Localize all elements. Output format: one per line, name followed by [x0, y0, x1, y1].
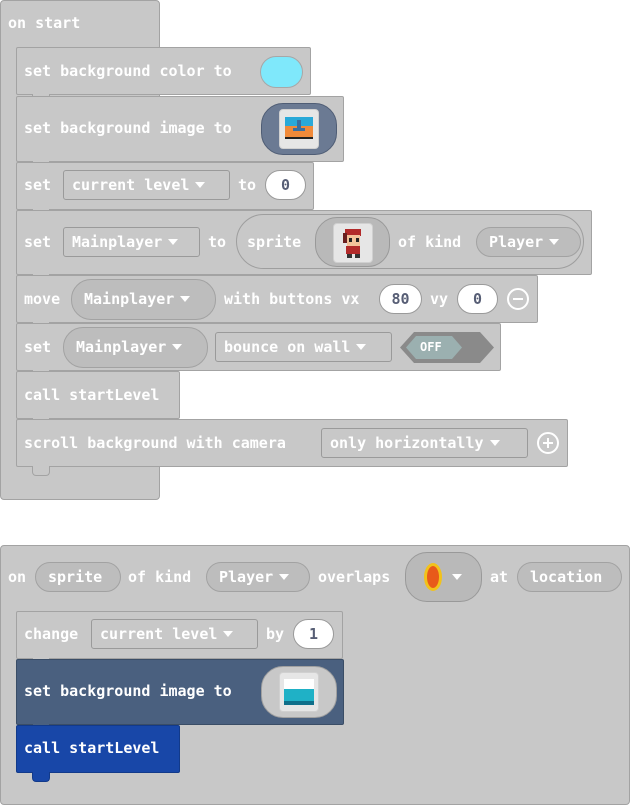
- change-label: change: [24, 625, 79, 643]
- kind-dropdown-player[interactable]: Player: [206, 562, 310, 592]
- on-start-label: on start: [8, 14, 81, 32]
- by-label: by: [266, 625, 285, 643]
- chevron-down-icon: [549, 238, 560, 245]
- reporter-value: location: [530, 568, 603, 586]
- variable-dropdown-current-level[interactable]: current level: [91, 619, 258, 649]
- move-label: move: [24, 290, 61, 308]
- dropdown-value: Mainplayer: [84, 290, 175, 308]
- background-color-swatch[interactable]: [260, 56, 303, 88]
- chevron-down-icon: [223, 630, 234, 637]
- chevron-down-icon: [489, 439, 500, 446]
- of-kind-label: of kind: [398, 233, 462, 251]
- vy-value-input[interactable]: 0: [457, 284, 498, 314]
- set-bg-image-label: set background image to: [24, 682, 232, 700]
- variable-dropdown-mainplayer[interactable]: Mainplayer: [63, 227, 200, 257]
- scroll-direction-dropdown[interactable]: only horizontally: [321, 428, 528, 458]
- set-label: set: [24, 176, 52, 194]
- toggle-switch[interactable]: OFF: [400, 332, 494, 363]
- set-bg-image-label: set background image to: [24, 119, 232, 137]
- dropdown-value: Player: [219, 568, 274, 586]
- chevron-down-icon: [180, 295, 191, 302]
- dropdown-value: current level: [72, 176, 190, 194]
- overlaps-label: overlaps: [318, 568, 391, 586]
- vx-value-input[interactable]: 80: [379, 284, 422, 314]
- at-label: at: [490, 568, 509, 586]
- to-label: to: [238, 176, 257, 194]
- pixel-hero-sprite-icon: [333, 223, 373, 263]
- expand-plus-icon[interactable]: [537, 432, 559, 454]
- to-label: to: [208, 233, 227, 251]
- block-notch: [32, 466, 50, 476]
- scroll-label: scroll background with camera: [24, 434, 286, 452]
- variable-dropdown-current-level[interactable]: current level: [63, 170, 230, 200]
- set-bg-color-label: set background color to: [24, 62, 232, 80]
- variable-dropdown-mainplayer[interactable]: Mainplayer: [63, 327, 208, 368]
- chevron-down-icon: [356, 343, 367, 350]
- level-value-input[interactable]: 0: [265, 170, 306, 200]
- dropdown-value: Player: [489, 233, 544, 251]
- set-label: set: [24, 338, 52, 356]
- call-label: call startLevel: [24, 386, 160, 404]
- location-variable-reporter[interactable]: location: [517, 562, 622, 592]
- kind-dropdown-player[interactable]: Player: [476, 227, 581, 257]
- vy-label: vy: [430, 290, 449, 308]
- block-notch: [32, 772, 50, 782]
- reporter-value: sprite: [48, 568, 103, 586]
- call-label: call startLevel: [24, 739, 160, 757]
- landscape-image-icon: [279, 109, 319, 149]
- dropdown-value: current level: [100, 625, 218, 643]
- change-value-input[interactable]: 1: [293, 619, 334, 649]
- sprite-label: sprite: [247, 233, 302, 251]
- toggle-label: OFF: [420, 340, 442, 354]
- orange-flame-tile-icon: [422, 561, 444, 595]
- set-label: set: [24, 233, 52, 251]
- of-kind-label: of kind: [128, 568, 192, 586]
- chevron-down-icon: [172, 343, 183, 350]
- chevron-down-icon: [452, 574, 462, 580]
- dropdown-value: bounce on wall: [224, 338, 351, 356]
- on-label: on: [8, 568, 27, 586]
- variable-dropdown-mainplayer[interactable]: Mainplayer: [71, 279, 216, 320]
- chevron-down-icon: [168, 238, 179, 245]
- with-buttons-vx-label: with buttons vx: [224, 290, 360, 308]
- dropdown-value: Mainplayer: [76, 338, 167, 356]
- collapse-minus-icon[interactable]: [507, 288, 529, 310]
- chevron-down-icon: [279, 573, 290, 580]
- water-image-icon: [279, 672, 319, 712]
- dropdown-value: Mainplayer: [72, 233, 163, 251]
- chevron-down-icon: [195, 181, 206, 188]
- dropdown-value: only horizontally: [330, 434, 484, 452]
- sprite-flag-dropdown[interactable]: bounce on wall: [215, 332, 392, 362]
- sprite-variable-reporter[interactable]: sprite: [35, 562, 121, 592]
